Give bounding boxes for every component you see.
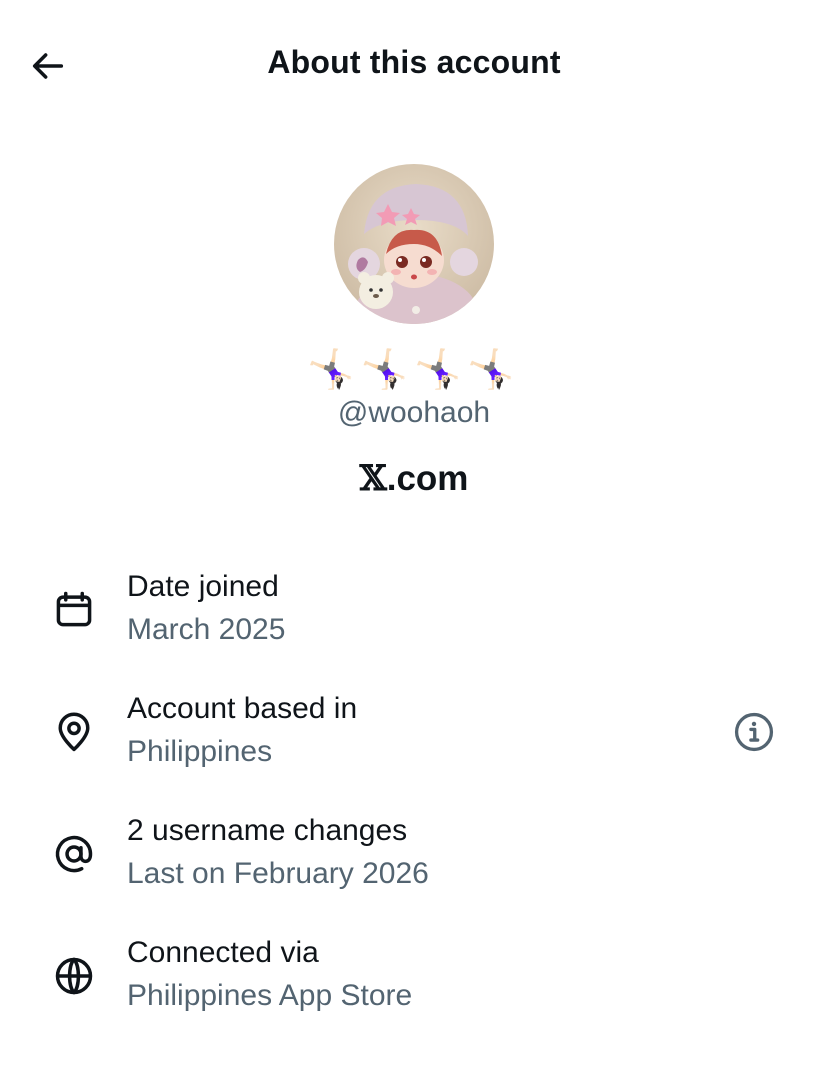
page-title: About this account xyxy=(267,44,561,80)
info-icon xyxy=(734,712,774,752)
verified-via-suffix: .com xyxy=(386,459,469,498)
display-name: 🤸🏻‍♀️🤸🏻‍♀️🤸🏻‍♀️🤸🏻‍♀️ xyxy=(307,349,521,391)
avatar[interactable] xyxy=(334,164,494,324)
x-logo: 𝕏 xyxy=(359,458,387,499)
row-subtitle: March 2025 xyxy=(127,613,286,646)
row-title: Account based in xyxy=(127,692,358,725)
calendar-icon xyxy=(50,586,98,634)
row-subtitle: Philippines xyxy=(127,735,273,768)
info-row-date-joined: Date joined March 2025 xyxy=(0,568,828,668)
row-subtitle: Philippines App Store xyxy=(127,979,413,1012)
at-sign-icon xyxy=(50,830,98,878)
header: About this account xyxy=(0,0,828,130)
info-row-connected-via: Connected via Philippines App Store xyxy=(0,934,828,1034)
handle: @woohaoh xyxy=(337,396,491,429)
row-title: Connected via xyxy=(127,936,319,969)
info-button[interactable] xyxy=(730,708,778,756)
row-title: Date joined xyxy=(127,570,279,603)
info-row-account-based-in: Account based in Philippines xyxy=(0,690,828,790)
info-row-username-changes: 2 username changes Last on February 2026 xyxy=(0,812,828,912)
doll-avatar xyxy=(334,164,494,324)
globe-icon xyxy=(50,952,98,1000)
row-subtitle: Last on February 2026 xyxy=(127,857,429,890)
location-pin-icon xyxy=(50,708,98,756)
verified-via-domain: 𝕏.com xyxy=(0,458,828,499)
row-title: 2 username changes xyxy=(127,814,408,847)
